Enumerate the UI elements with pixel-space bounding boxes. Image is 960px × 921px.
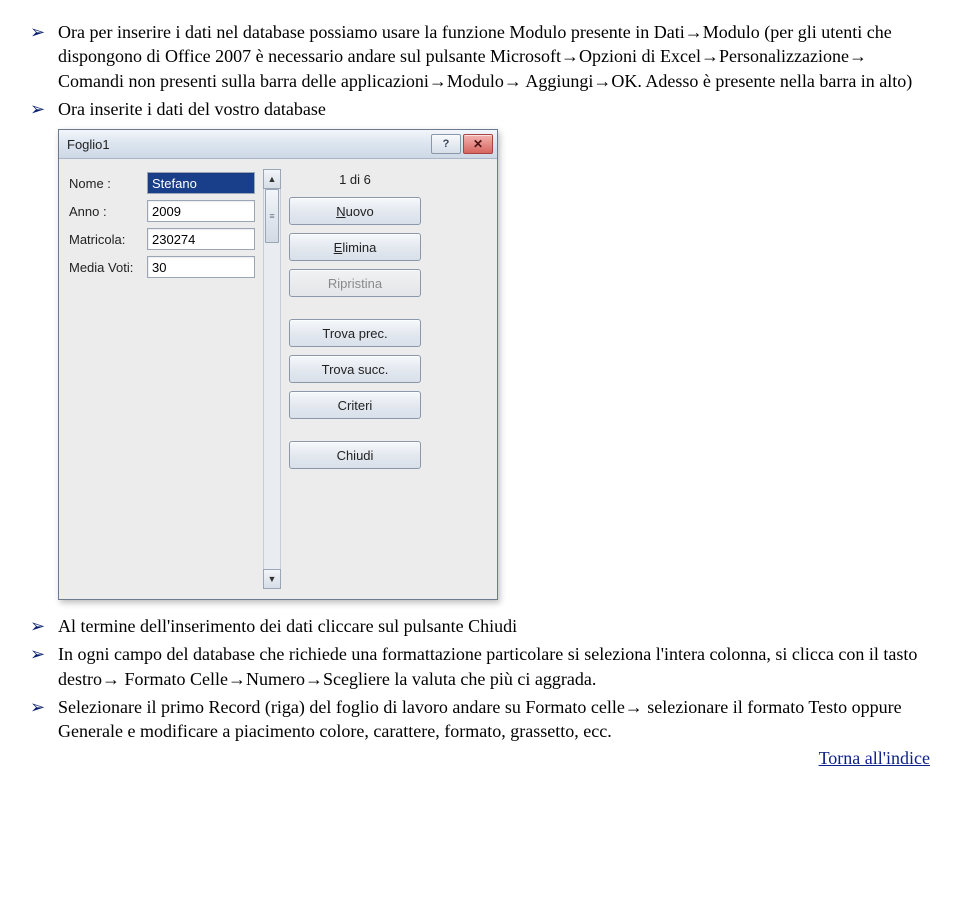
scroll-up-button[interactable]: ▲	[263, 169, 281, 189]
scroll-track[interactable]: ≡	[263, 189, 281, 569]
dialog-body: Nome : Anno : Matricola: Media Voti: ▲ ≡…	[59, 159, 497, 599]
dialog-titlebar: Foglio1 ? ✕	[59, 130, 497, 159]
bullet-list-2: Al termine dell'inserimento dei dati cli…	[30, 614, 930, 743]
btn-rest: uovo	[346, 204, 374, 219]
input-anno[interactable]	[147, 200, 255, 222]
bullet-item: Selezionare il primo Record (riga) del f…	[30, 695, 930, 744]
close-button[interactable]: ✕	[463, 134, 493, 154]
close-icon: ✕	[473, 137, 483, 151]
chevron-down-icon: ▼	[268, 574, 277, 584]
help-icon: ?	[443, 138, 450, 150]
fields-area: Nome : Anno : Matricola: Media Voti:	[69, 169, 255, 589]
actions-column: 1 di 6 Nuovo Elimina Ripristina Trova pr…	[289, 169, 421, 589]
label-anno: Anno :	[69, 204, 141, 219]
label-media: Media Voti:	[69, 260, 141, 275]
help-button[interactable]: ?	[431, 134, 461, 154]
bullet-item: Ora inserite i dati del vostro database	[30, 97, 930, 121]
back-to-index-link[interactable]: Torna all'indice	[819, 748, 930, 768]
scroll-thumb[interactable]: ≡	[265, 189, 279, 243]
bullet-item: In ogni campo del database che richiede …	[30, 642, 930, 691]
label-nome: Nome :	[69, 176, 141, 191]
trova-prec-button[interactable]: Trova prec.	[289, 319, 421, 347]
dialog-window: Foglio1 ? ✕ Nome : Anno : Matricola: Med…	[58, 129, 498, 600]
input-matricola[interactable]	[147, 228, 255, 250]
chiudi-button[interactable]: Chiudi	[289, 441, 421, 469]
bullet-item: Ora per inserire i dati nel database pos…	[30, 20, 930, 93]
trova-succ-button[interactable]: Trova succ.	[289, 355, 421, 383]
dialog-screenshot: Foglio1 ? ✕ Nome : Anno : Matricola: Med…	[58, 129, 498, 600]
ripristina-button: Ripristina	[289, 269, 421, 297]
nuovo-button[interactable]: Nuovo	[289, 197, 421, 225]
scroll-down-button[interactable]: ▼	[263, 569, 281, 589]
label-matricola: Matricola:	[69, 232, 141, 247]
criteri-button[interactable]: Criteri	[289, 391, 421, 419]
input-media[interactable]	[147, 256, 255, 278]
footer-link-wrap: Torna all'indice	[30, 748, 930, 769]
elimina-button[interactable]: Elimina	[289, 233, 421, 261]
record-counter: 1 di 6	[289, 169, 421, 191]
record-scrollbar[interactable]: ▲ ≡ ▼	[263, 169, 281, 589]
chevron-up-icon: ▲	[268, 174, 277, 184]
bullet-list: Ora per inserire i dati nel database pos…	[30, 20, 930, 121]
bullet-item: Al termine dell'inserimento dei dati cli…	[30, 614, 930, 638]
dialog-title: Foglio1	[67, 137, 429, 152]
input-nome[interactable]	[147, 172, 255, 194]
